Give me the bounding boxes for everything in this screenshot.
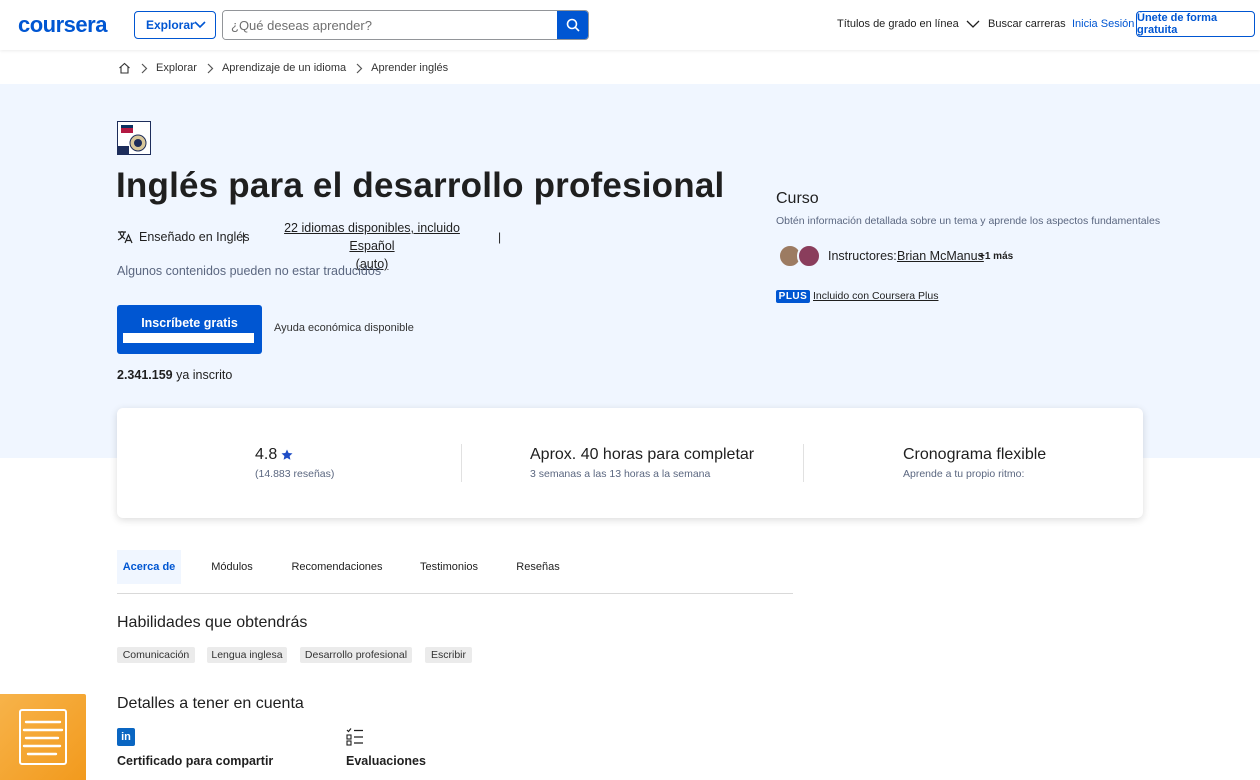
- hours-detail: 3 semanas a las 13 horas a la semana: [530, 468, 711, 480]
- chevron-down-icon: [194, 21, 206, 29]
- tab-resenas[interactable]: Reseñas: [511, 550, 565, 584]
- breadcrumb: Explorar Aprendizaje de un idioma Aprend…: [118, 60, 448, 76]
- languages-line1: 22 idiomas disponibles, incluido Español: [284, 221, 460, 253]
- rating-value: 4.8: [255, 446, 278, 463]
- explore-label: Explorar: [146, 18, 195, 32]
- breadcrumb-item-explorar[interactable]: Explorar: [156, 62, 197, 74]
- tab-recomendaciones[interactable]: Recomendaciones: [287, 550, 387, 584]
- divider: [461, 444, 462, 482]
- untranslated-note: Algunos contenidos pueden no estar tradu…: [117, 264, 382, 278]
- enroll-subtext-bar: [123, 333, 254, 343]
- taught-in-label: Enseñado en Inglés: [139, 230, 250, 244]
- financial-aid-text: Ayuda económica disponible: [274, 322, 414, 334]
- login-link[interactable]: Inicia Sesión: [1072, 18, 1134, 30]
- reviews-count[interactable]: (14.883 reseñas): [255, 468, 334, 480]
- top-header: coursera Explorar Títulos de grado en lí…: [0, 0, 1260, 50]
- chevron-right-icon: [141, 63, 148, 74]
- explore-button[interactable]: Explorar: [134, 11, 216, 39]
- instructor-link[interactable]: Brian McManus: [897, 249, 984, 263]
- coursera-plus-link[interactable]: Incluido con Coursera Plus: [813, 290, 938, 302]
- tab-acerca-de[interactable]: Acerca de: [117, 550, 181, 584]
- flexible-schedule: Cronograma flexible: [903, 446, 1047, 463]
- enroll-label: Inscríbete gratis: [141, 316, 238, 330]
- careers-link[interactable]: Buscar carreras: [988, 18, 1066, 30]
- skill-tag[interactable]: Comunicación: [117, 647, 195, 663]
- degrees-label: Títulos de grado en línea: [837, 18, 959, 30]
- separator: |: [242, 230, 246, 244]
- floating-widget[interactable]: [0, 694, 86, 780]
- translate-icon: [117, 231, 133, 244]
- enrolled-count: 2.341.159 ya inscrito: [117, 368, 232, 382]
- checklist-icon: [346, 728, 363, 746]
- enrolled-suffix: ya inscrito: [176, 368, 233, 382]
- separator: |: [498, 230, 502, 244]
- tab-testimonios[interactable]: Testimonios: [413, 550, 485, 584]
- taught-in: Enseñado en Inglés: [117, 230, 250, 244]
- course-title: Inglés para el desarrollo profesional: [116, 166, 725, 205]
- divider: [803, 444, 804, 482]
- skill-tag[interactable]: Desarrollo profesional: [300, 647, 412, 663]
- details-heading: Detalles a tener en cuenta: [117, 695, 304, 712]
- rating: 4.8: [255, 446, 293, 464]
- chevron-down-icon: [966, 20, 980, 29]
- evaluations-label: Evaluaciones: [346, 754, 426, 768]
- skill-tag[interactable]: Lengua inglesa: [207, 647, 287, 663]
- search-icon: [566, 18, 580, 32]
- notes-icon: [19, 709, 67, 765]
- course-type-description: Obtén información detallada sobre un tem…: [776, 215, 1161, 227]
- skill-tag[interactable]: Escribir: [425, 647, 472, 663]
- coursera-logo[interactable]: coursera: [18, 12, 107, 38]
- instructor-more[interactable]: +1 más: [979, 251, 1013, 262]
- chevron-right-icon: [207, 63, 214, 74]
- instructors-label: Instructores:: [828, 249, 897, 263]
- schedule-detail: Aprende a tu propio ritmo:: [903, 468, 1025, 480]
- search-box: [222, 10, 589, 40]
- enrolled-number: 2.341.159: [117, 368, 173, 382]
- degrees-menu[interactable]: Títulos de grado en línea: [837, 18, 980, 30]
- skills-heading: Habilidades que obtendrás: [117, 614, 308, 631]
- breadcrumb-item-english[interactable]: Aprender inglés: [371, 62, 448, 74]
- partner-logo[interactable]: [117, 121, 151, 155]
- section-tabs: Acerca de Módulos Recomendaciones Testim…: [117, 550, 793, 594]
- linkedin-icon: in: [117, 728, 135, 746]
- join-free-button[interactable]: Únete de forma gratuita: [1136, 11, 1255, 37]
- home-icon[interactable]: [118, 62, 131, 74]
- avatar: [797, 244, 821, 268]
- plus-badge: PLUS: [776, 290, 810, 303]
- enroll-button[interactable]: Inscríbete gratis: [117, 305, 262, 354]
- instructor-avatars[interactable]: [778, 244, 822, 268]
- tab-modulos[interactable]: Módulos: [203, 550, 261, 584]
- hours-to-complete: Aprox. 40 horas para completar: [530, 446, 755, 463]
- search-button[interactable]: [557, 11, 588, 39]
- breadcrumb-item-language[interactable]: Aprendizaje de un idioma: [222, 62, 346, 74]
- course-type: Curso: [776, 190, 819, 207]
- search-input[interactable]: [223, 11, 559, 39]
- stats-card: 4.8 (14.883 reseñas) Aprox. 40 horas par…: [117, 408, 1143, 518]
- chevron-right-icon: [356, 63, 363, 74]
- star-icon: [281, 449, 293, 460]
- certificate-label: Certificado para compartir: [117, 754, 274, 768]
